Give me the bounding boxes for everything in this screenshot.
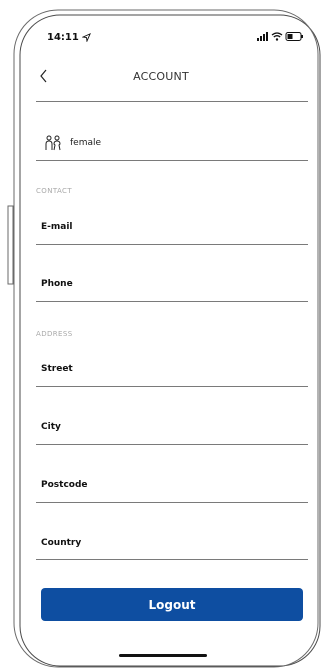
phone-field[interactable]: Phone bbox=[41, 279, 73, 289]
battery-icon bbox=[285, 32, 303, 41]
street-field[interactable]: Street bbox=[41, 364, 73, 374]
wifi-icon bbox=[271, 32, 283, 41]
field-divider bbox=[36, 444, 308, 445]
status-icons bbox=[257, 32, 303, 41]
field-divider bbox=[36, 301, 308, 302]
page-title: ACCOUNT bbox=[133, 70, 189, 83]
postcode-field[interactable]: Postcode bbox=[41, 480, 88, 490]
email-field[interactable]: E-mail bbox=[41, 222, 73, 232]
section-label-address: ADDRESS bbox=[36, 330, 73, 338]
location-arrow-icon bbox=[81, 32, 92, 43]
logout-button[interactable]: Logout bbox=[41, 588, 303, 621]
country-field[interactable]: Country bbox=[41, 538, 81, 548]
phone-screen: 14:11 ACCOUNT female CONTACT E-mail Phon… bbox=[0, 0, 322, 669]
signal-icon bbox=[257, 32, 268, 41]
home-indicator[interactable] bbox=[119, 654, 207, 657]
field-divider bbox=[36, 160, 308, 161]
section-label-contact: CONTACT bbox=[36, 187, 72, 195]
field-divider bbox=[36, 244, 308, 245]
field-divider bbox=[36, 502, 308, 503]
gender-value: female bbox=[70, 138, 102, 148]
gender-field[interactable]: female bbox=[44, 134, 101, 152]
field-divider bbox=[36, 101, 308, 102]
gender-icon bbox=[45, 135, 61, 151]
field-divider bbox=[36, 386, 308, 387]
field-divider bbox=[36, 559, 308, 560]
status-time: 14:11 bbox=[47, 32, 92, 43]
city-field[interactable]: City bbox=[41, 422, 61, 432]
